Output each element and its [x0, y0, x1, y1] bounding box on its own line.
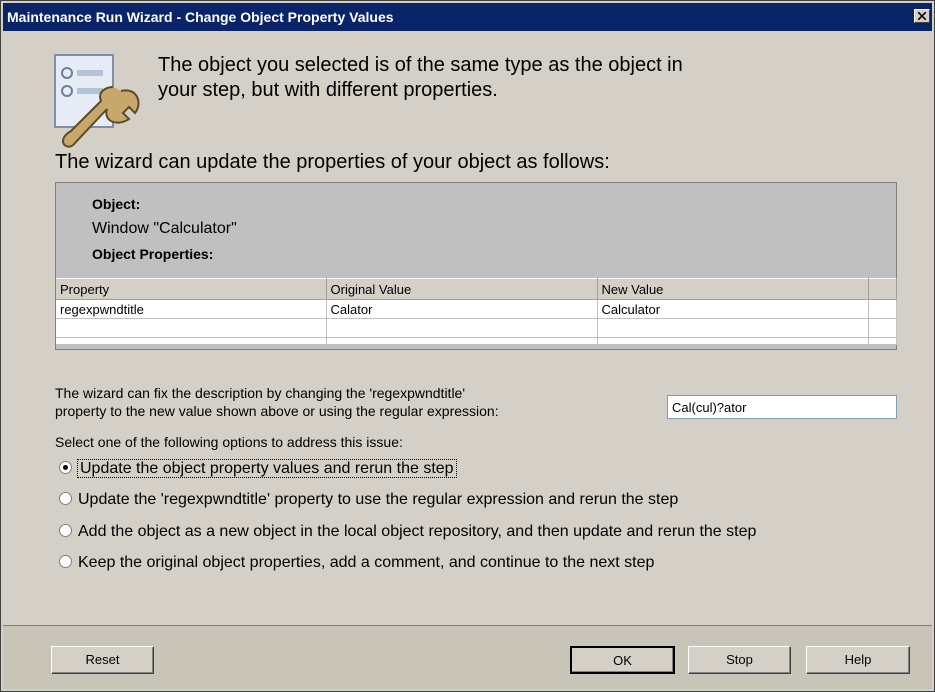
button-bar: Reset OK Stop Help	[3, 625, 932, 689]
object-value: Window "Calculator"	[92, 220, 237, 237]
table-row[interactable]: regexpwndtitle Calator Calculator	[56, 299, 897, 319]
options-prompt: Select one of the following options to a…	[55, 434, 403, 450]
reset-button[interactable]: Reset	[51, 646, 154, 674]
description-line-2: property to the new value shown above or…	[55, 403, 499, 419]
radio-button-selected[interactable]	[59, 461, 72, 475]
wizard-window: Maintenance Run Wizard - Change Object P…	[0, 0, 935, 692]
object-properties-panel: Object: Window "Calculator" Object Prope…	[55, 182, 897, 350]
object-properties-label: Object Properties:	[92, 246, 214, 262]
close-button[interactable]	[914, 9, 930, 23]
table-row-empty	[56, 337, 897, 345]
cell-filler	[868, 299, 897, 319]
properties-table: Property Original Value New Value regexp…	[56, 278, 897, 345]
help-button[interactable]: Help	[806, 646, 910, 674]
column-header-property[interactable]: Property	[56, 278, 327, 300]
description-line-1: The wizard can fix the description by ch…	[55, 385, 466, 401]
settings-wrench-icon	[54, 54, 140, 148]
table-header-row: Property Original Value New Value	[56, 278, 897, 300]
option-label: Keep the original object properties, add…	[78, 554, 655, 571]
intro-line-1: The object you selected is of the same t…	[158, 54, 683, 76]
intro-text: The object you selected is of the same t…	[158, 53, 838, 103]
stop-button[interactable]: Stop	[688, 646, 791, 674]
close-icon	[918, 12, 926, 20]
window-title: Maintenance Run Wizard - Change Object P…	[7, 9, 394, 25]
option-update-regex[interactable]: Update the 'regexpwndtitle' property to …	[59, 489, 678, 511]
cell-original-value[interactable]: Calator	[326, 299, 598, 319]
intro-line-2: your step, but with different properties…	[158, 79, 498, 101]
option-add-new-object[interactable]: Add the object as a new object in the lo…	[59, 521, 756, 543]
option-update-properties[interactable]: Update the object property values and re…	[59, 458, 457, 480]
option-label: Add the object as a new object in the lo…	[78, 523, 757, 540]
cell-new-value[interactable]: Calculator	[597, 299, 869, 319]
column-header-original-value[interactable]: Original Value	[326, 278, 598, 300]
wizard-content: The object you selected is of the same t…	[3, 31, 932, 624]
title-bar: Maintenance Run Wizard - Change Object P…	[3, 3, 932, 31]
option-label: Update the object property values and re…	[77, 459, 457, 478]
radio-button[interactable]	[59, 555, 72, 569]
table-row-empty	[56, 318, 897, 338]
object-label: Object:	[92, 196, 141, 212]
option-keep-original[interactable]: Keep the original object properties, add…	[59, 552, 654, 574]
radio-button[interactable]	[59, 524, 72, 538]
description-text: The wizard can fix the description by ch…	[55, 384, 655, 420]
column-header-filler	[868, 278, 897, 300]
regex-input[interactable]	[667, 395, 897, 419]
column-header-new-value[interactable]: New Value	[597, 278, 869, 300]
section-heading: The wizard can update the properties of …	[55, 151, 610, 173]
option-label: Update the 'regexpwndtitle' property to …	[78, 491, 679, 508]
radio-button[interactable]	[59, 492, 72, 506]
cell-property[interactable]: regexpwndtitle	[56, 299, 327, 319]
ok-button[interactable]: OK	[570, 646, 675, 674]
